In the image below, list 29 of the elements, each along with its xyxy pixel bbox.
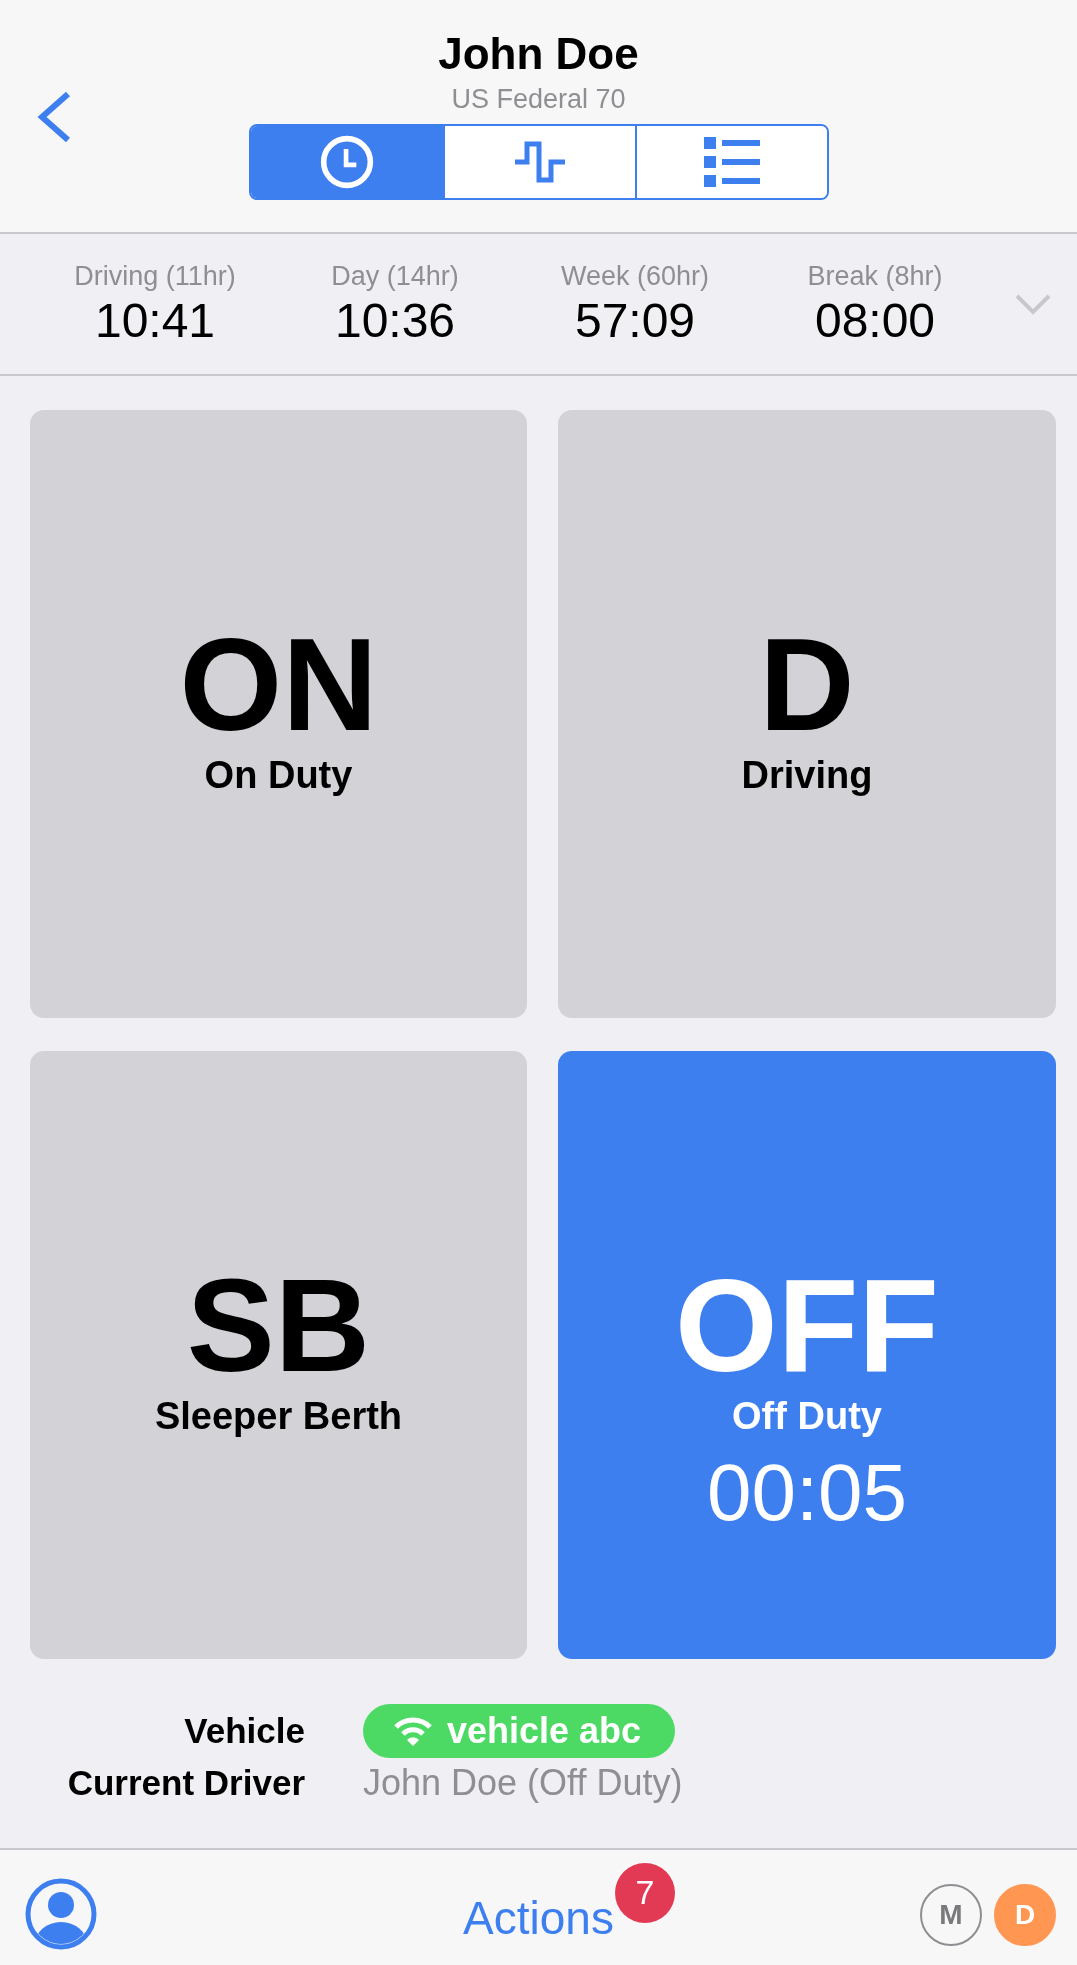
status-tile[interactable]: ON On Duty	[30, 410, 527, 1018]
clock-label: Break (8hr)	[807, 260, 943, 293]
clock-label: Day (14hr)	[331, 260, 459, 293]
driver-name: John Doe	[438, 28, 639, 80]
current-driver-value: John Doe (Off Duty)	[363, 1761, 683, 1804]
clock-value: 10:41	[94, 293, 216, 349]
graph-icon	[512, 140, 567, 184]
clock-label: Week (60hr)	[560, 260, 710, 293]
ruleset-label: US Federal 70	[451, 83, 626, 116]
view-tab[interactable]	[442, 126, 635, 198]
current-driver-label: Current Driver	[66, 1762, 305, 1803]
actions-button[interactable]: Actions	[463, 1890, 614, 1945]
status-tile[interactable]: OFF Off Duty 00:05	[558, 1051, 1056, 1659]
status-indicator[interactable]: D	[994, 1884, 1056, 1946]
list-icon	[703, 137, 760, 187]
vehicle-label: Vehicle	[183, 1710, 305, 1751]
clock-value: 08:00	[814, 293, 936, 349]
profile-icon[interactable]	[25, 1878, 97, 1950]
clock-value: 10:36	[334, 293, 456, 349]
clock-label: Driving (11hr)	[74, 260, 236, 293]
wifi-icon	[393, 1714, 433, 1747]
status-indicator[interactable]: M	[920, 1884, 982, 1946]
clock-value: 57:09	[574, 293, 696, 349]
status-tile[interactable]: SB Sleeper Berth	[30, 1051, 527, 1659]
clock-icon	[318, 134, 375, 190]
view-tab[interactable]	[634, 126, 827, 198]
status-tile[interactable]: D Driving	[558, 410, 1056, 1018]
view-tab[interactable]	[250, 126, 443, 198]
notification-badge: 7	[615, 1862, 676, 1923]
